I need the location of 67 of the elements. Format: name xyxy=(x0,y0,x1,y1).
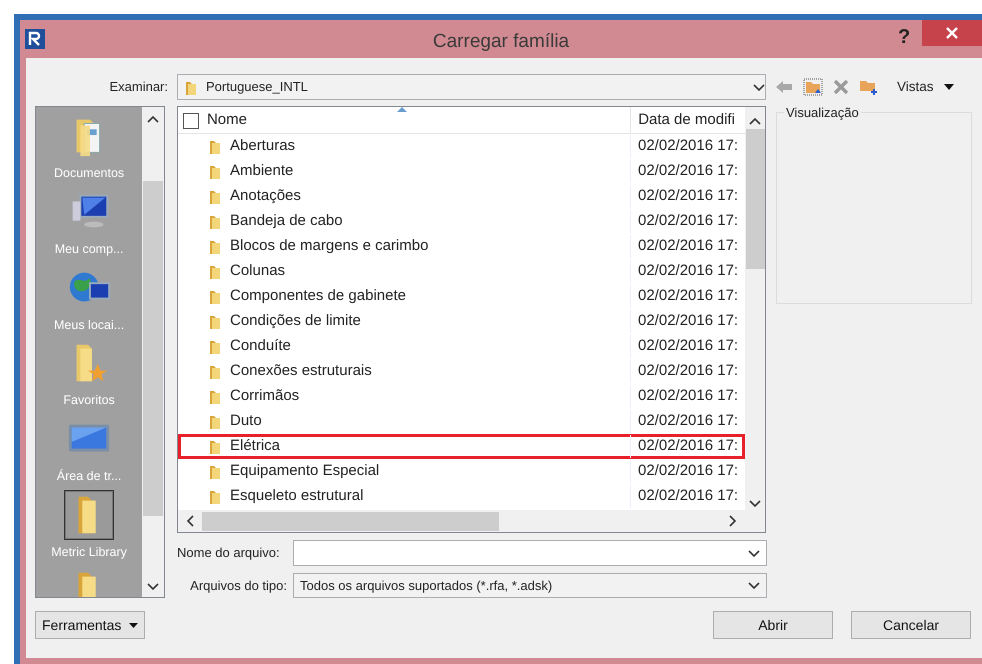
column-header[interactable]: Nome xyxy=(206,108,247,132)
scrollbar-thumb[interactable] xyxy=(143,181,164,516)
file-name: Colunas xyxy=(230,261,286,282)
file-type-dropdown[interactable]: Todos os arquivos suportados (*.rfa, *.adsk) xyxy=(293,573,767,598)
date-modified: 02/02/2016 17: xyxy=(638,212,738,230)
date-modified: 02/02/2016 17: xyxy=(638,337,738,354)
caret-icon xyxy=(129,622,138,628)
file-name-label: Nome do arquivo: xyxy=(177,544,281,562)
views-menu[interactable]: Vistas xyxy=(897,76,954,98)
date-modified: 02/02/2016 17: xyxy=(638,262,738,280)
date-modified: 02/02/2016 17: xyxy=(638,162,738,180)
window-title: Carregar família xyxy=(432,30,570,54)
date-modified: 02/02/2016 17: xyxy=(638,237,738,254)
look-in-label: Examinar: xyxy=(108,78,169,96)
scroll-left-icon[interactable] xyxy=(186,515,194,527)
app-icon xyxy=(25,29,45,49)
file-name: Esqueleto estrutural xyxy=(230,486,364,506)
close-icon xyxy=(945,26,959,40)
file-name-field[interactable] xyxy=(293,540,767,566)
file-name: Bandeja de cabo xyxy=(230,211,343,232)
scroll-down-icon[interactable] xyxy=(147,583,160,591)
date-modified: 02/02/2016 17: xyxy=(638,187,738,204)
sort-arrow-icon xyxy=(396,107,407,112)
cancel-button[interactable]: Cancelar xyxy=(851,611,971,639)
file-name: Duto xyxy=(230,411,262,432)
look-in-dropdown[interactable]: Portuguese_INTL xyxy=(177,74,766,100)
file-name: Conexões estruturais xyxy=(230,361,372,382)
dropdown-caret-icon[interactable] xyxy=(753,84,765,92)
dropdown-caret-icon[interactable] xyxy=(748,582,760,590)
date-modified: 02/02/2016 17: xyxy=(638,387,738,404)
date-modified: 02/02/2016 17: xyxy=(638,312,738,330)
file-name: Equipamento Especial xyxy=(230,461,380,482)
file-row[interactable]: Elétrica 02/02/2016 17: xyxy=(178,434,745,459)
new-folder-icon[interactable] xyxy=(859,78,879,96)
file-name: Ambiente xyxy=(230,161,294,182)
close-button[interactable] xyxy=(922,20,982,46)
date-modified: 02/02/2016 17: xyxy=(638,412,738,430)
select-all-checkbox[interactable] xyxy=(183,113,199,129)
scroll-right-icon[interactable] xyxy=(729,515,737,527)
folder-icon[interactable] xyxy=(64,490,114,540)
date-modified: 02/02/2016 17: xyxy=(638,287,738,304)
file-name: Conduíte xyxy=(230,336,291,356)
file-name: Componentes de gabinete xyxy=(230,286,406,306)
caret-icon xyxy=(944,84,954,90)
file-type-label: Arquivos do tipo: xyxy=(189,576,288,595)
tools-button[interactable]: Ferramentas xyxy=(35,611,145,639)
date-modified: 02/02/2016 17: xyxy=(638,487,738,504)
file-name: Corrimãos xyxy=(230,386,300,406)
dropdown-caret-icon[interactable] xyxy=(748,550,760,558)
scroll-up-icon[interactable] xyxy=(147,115,160,123)
date-modified: 02/02/2016 17: xyxy=(638,462,738,480)
up-folder-icon[interactable] xyxy=(803,78,823,96)
date-modified: 02/02/2016 17: xyxy=(638,137,738,154)
open-button[interactable]: Abrir xyxy=(713,611,833,639)
file-name: Blocos de margens e carimbo xyxy=(230,236,428,256)
scrollbar-thumb[interactable] xyxy=(202,512,499,530)
column-header[interactable]: Data de modifi xyxy=(638,108,735,132)
file-name: Aberturas xyxy=(230,136,296,156)
scroll-up-icon[interactable] xyxy=(749,117,761,125)
file-name: Anotações xyxy=(230,186,301,206)
scrollbar-thumb[interactable] xyxy=(746,129,764,269)
date-modified: 02/02/2016 17: xyxy=(638,362,738,380)
scroll-down-icon[interactable] xyxy=(749,500,761,508)
date-modified: 02/02/2016 17: xyxy=(638,437,738,454)
file-name: Condições de limite xyxy=(230,311,361,332)
help-button[interactable]: ? xyxy=(898,22,910,52)
file-name: Elétrica xyxy=(230,436,280,456)
